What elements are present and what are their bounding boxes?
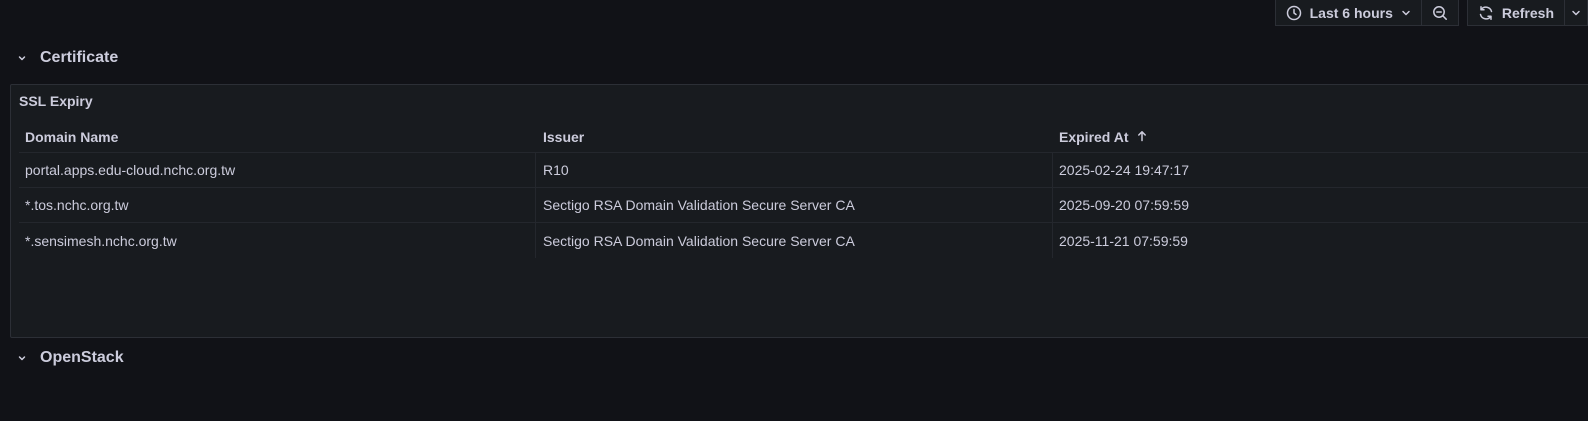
chevron-down-icon — [16, 52, 28, 64]
table-header-row: Domain Name Issuer Expired At — [19, 121, 1588, 153]
cell-issuer: Sectigo RSA Domain Validation Secure Ser… — [536, 188, 1053, 222]
table-row: portal.apps.edu-cloud.nchc.org.tw R10 20… — [19, 153, 1588, 188]
cell-expired-at: 2025-02-24 19:47:17 — [1059, 162, 1189, 178]
clock-icon — [1286, 5, 1302, 21]
cell-domain-name: *.sensimesh.nchc.org.tw — [19, 223, 536, 258]
row-header-openstack[interactable]: OpenStack — [16, 349, 124, 367]
time-range-picker[interactable]: Last 6 hours — [1276, 0, 1421, 25]
row-title-openstack: OpenStack — [40, 349, 124, 366]
time-range-label: Last 6 hours — [1309, 4, 1393, 21]
chevron-down-icon — [16, 352, 28, 364]
refresh-icon — [1478, 5, 1494, 21]
row-header-certificate[interactable]: Certificate — [16, 49, 118, 67]
cell-expired-at: 2025-11-21 07:59:59 — [1059, 232, 1188, 249]
row-title-certificate: Certificate — [40, 49, 119, 66]
refresh-group: Refresh — [1466, 0, 1588, 26]
chevron-down-icon — [1571, 8, 1581, 18]
cell-expired-at: 2025-09-20 07:59:59 — [1059, 197, 1189, 213]
cell-domain-name: *.tos.nchc.org.tw — [19, 188, 536, 222]
zoom-out-icon — [1432, 5, 1448, 21]
refresh-label: Refresh — [1501, 4, 1554, 21]
time-picker-group: Last 6 hours — [1274, 0, 1459, 26]
cell-issuer: Sectigo RSA Domain Validation Secure Ser… — [536, 223, 1053, 258]
refresh-interval-picker[interactable] — [1565, 0, 1587, 25]
ssl-expiry-table: Domain Name Issuer Expired At portal.app… — [19, 121, 1588, 258]
table-row: *.sensimesh.nchc.org.tw Sectigo RSA Doma… — [19, 223, 1588, 258]
cell-issuer: R10 — [536, 153, 1053, 187]
zoom-out-button[interactable] — [1422, 0, 1458, 25]
refresh-button[interactable]: Refresh — [1468, 0, 1564, 25]
sort-ascending-icon — [1137, 129, 1147, 145]
column-header-expired-at-label: Expired At — [1059, 128, 1129, 145]
column-header-issuer[interactable]: Issuer — [536, 121, 1053, 152]
dashboard-toolbar: Last 6 hours Refresh — [1274, 0, 1588, 26]
panel-title[interactable]: SSL Expiry — [19, 93, 93, 109]
column-header-domain-name[interactable]: Domain Name — [19, 121, 536, 152]
ssl-expiry-panel: SSL Expiry Domain Name Issuer Expired At… — [10, 84, 1588, 338]
cell-domain-name: portal.apps.edu-cloud.nchc.org.tw — [19, 153, 536, 187]
column-header-expired-at[interactable]: Expired At — [1053, 121, 1588, 152]
table-row: *.tos.nchc.org.tw Sectigo RSA Domain Val… — [19, 188, 1588, 223]
chevron-down-icon — [1401, 8, 1411, 18]
